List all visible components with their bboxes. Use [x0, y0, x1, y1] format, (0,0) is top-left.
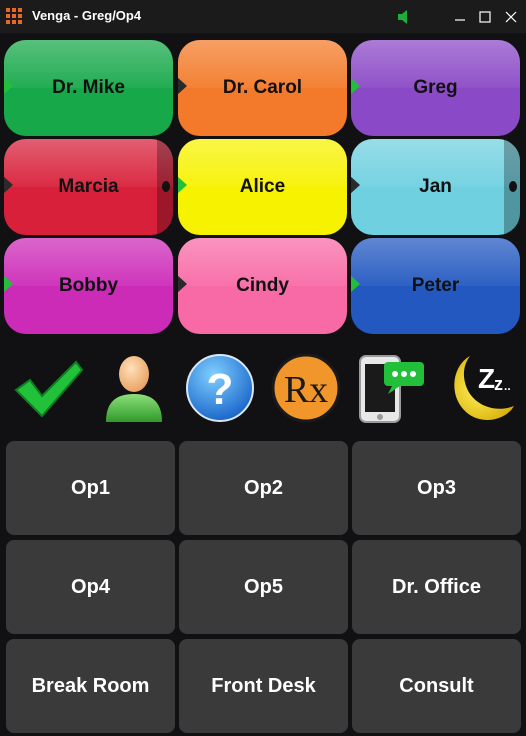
- person-name: Bobby: [58, 275, 119, 296]
- svg-text:z: z: [494, 374, 503, 394]
- rx-icon[interactable]: Rx: [266, 348, 346, 428]
- person-tile-bobby[interactable]: Bobby: [4, 238, 173, 334]
- person-icon[interactable]: [94, 348, 174, 428]
- question-icon[interactable]: ?: [180, 348, 260, 428]
- svg-text:Z: Z: [478, 363, 495, 394]
- room-grid: Op1 Op2 Op3 Op4 Op5 Dr. Office Break Roo…: [6, 441, 522, 735]
- people-grid: Dr. Mike Dr. Carol Greg Marcia Alice Jan: [4, 38, 522, 334]
- room-button-break-room[interactable]: Break Room: [6, 639, 175, 733]
- tile-dot: [509, 181, 517, 192]
- person-tile-dr-carol[interactable]: Dr. Carol: [178, 40, 347, 136]
- person-name: Peter: [411, 275, 460, 296]
- person-tile-marcia[interactable]: Marcia: [4, 139, 173, 235]
- svg-text:?: ?: [207, 365, 234, 414]
- status-indicator: [4, 275, 13, 293]
- room-button-dr-office[interactable]: Dr. Office: [352, 540, 521, 634]
- room-button-op3[interactable]: Op3: [352, 441, 521, 535]
- room-button-op5[interactable]: Op5: [179, 540, 348, 634]
- room-button-op2[interactable]: Op2: [179, 441, 348, 535]
- person-name: Greg: [413, 77, 458, 98]
- sleep-moon-icon[interactable]: Z z ..: [440, 348, 520, 428]
- person-tile-alice[interactable]: Alice: [178, 139, 347, 235]
- status-indicator: [351, 77, 360, 95]
- room-button-op4[interactable]: Op4: [6, 540, 175, 634]
- person-name: Dr. Carol: [222, 77, 303, 98]
- window-title: Venga - Greg/Op4: [32, 8, 142, 23]
- svg-text:Rx: Rx: [284, 369, 328, 411]
- tile-dot: [162, 181, 170, 192]
- person-name: Alice: [239, 176, 286, 197]
- status-indicator: [4, 176, 13, 194]
- title-bar: Venga - Greg/Op4: [0, 0, 526, 33]
- room-button-op1[interactable]: Op1: [6, 441, 175, 535]
- speaker-icon[interactable]: [396, 9, 412, 25]
- checkmark-icon[interactable]: [8, 348, 88, 428]
- app-grid-icon: [6, 8, 22, 24]
- phone-message-icon[interactable]: [352, 348, 432, 428]
- status-indicator: [178, 77, 187, 95]
- status-indicator: [178, 275, 187, 293]
- svg-text:..: ..: [504, 379, 511, 393]
- status-indicator: [4, 77, 13, 95]
- person-tile-jan[interactable]: Jan: [351, 139, 520, 235]
- person-name: Dr. Mike: [52, 77, 125, 98]
- person-tile-dr-mike[interactable]: Dr. Mike: [4, 40, 173, 136]
- person-tile-cindy[interactable]: Cindy: [178, 238, 347, 334]
- minimize-button[interactable]: [449, 6, 471, 28]
- venga-window: Venga - Greg/Op4 Dr. Mike Dr. Carol Greg: [0, 0, 526, 736]
- person-name: Cindy: [236, 275, 289, 296]
- status-indicator: [351, 275, 360, 293]
- status-icon-row: ? Rx Z z ..: [0, 344, 526, 432]
- status-indicator: [351, 176, 360, 194]
- person-name: Marcia: [58, 176, 119, 197]
- person-tile-peter[interactable]: Peter: [351, 238, 520, 334]
- status-indicator: [178, 176, 187, 194]
- room-button-front-desk[interactable]: Front Desk: [179, 639, 348, 733]
- maximize-button[interactable]: [474, 6, 496, 28]
- room-button-consult[interactable]: Consult: [352, 639, 521, 733]
- person-name: Jan: [419, 176, 452, 197]
- close-button[interactable]: [500, 6, 522, 28]
- person-tile-greg[interactable]: Greg: [351, 40, 520, 136]
